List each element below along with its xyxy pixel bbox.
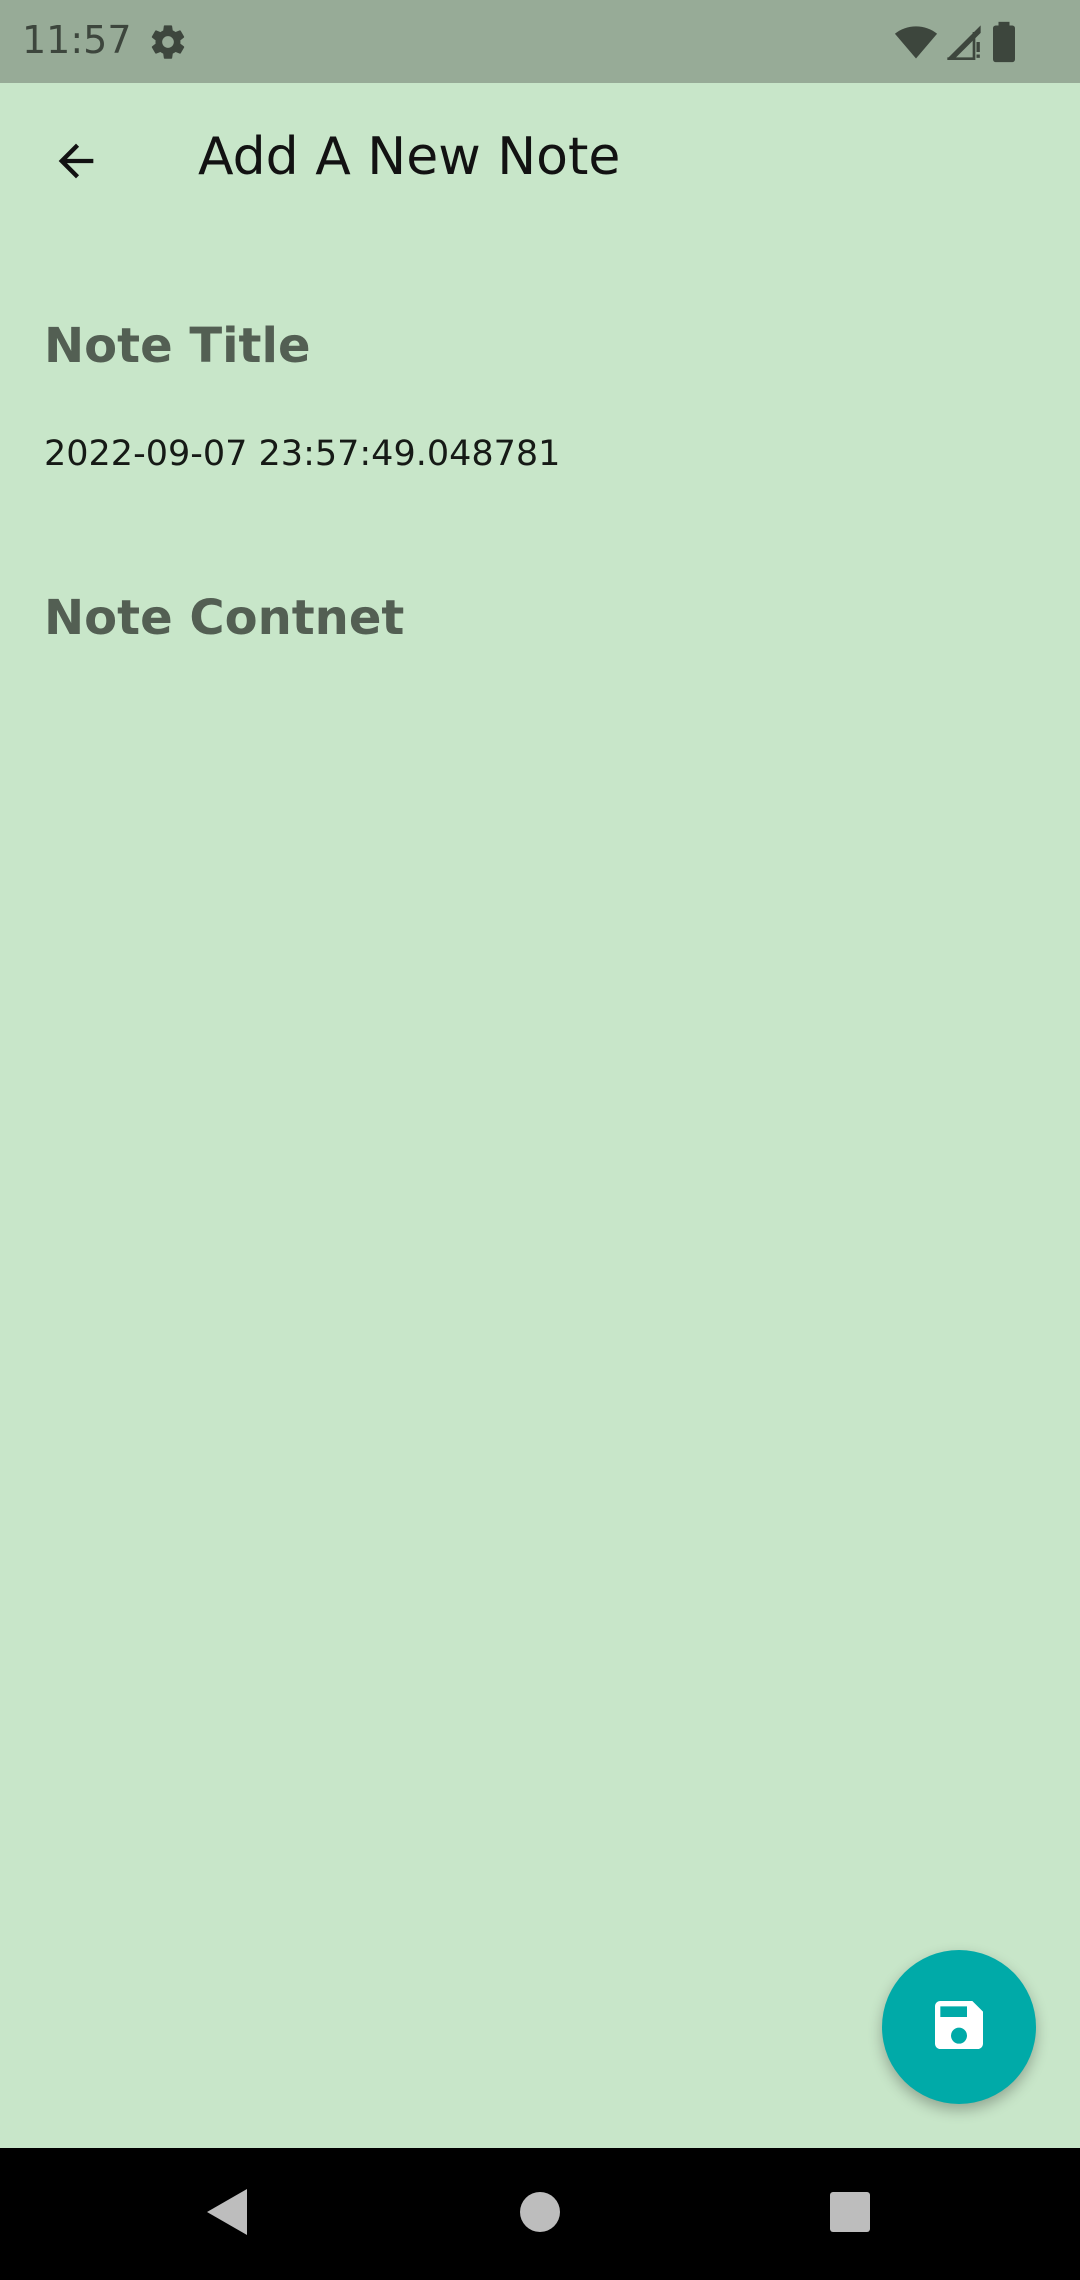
back-button[interactable] bbox=[36, 123, 116, 203]
recents-icon bbox=[828, 2190, 872, 2239]
status-time: 11:57 bbox=[22, 18, 132, 62]
arrow-left-icon bbox=[50, 135, 102, 192]
status-icons bbox=[894, 20, 1018, 69]
note-content-label: Note Contnet bbox=[44, 590, 405, 646]
back-icon bbox=[203, 2187, 249, 2242]
wifi-icon bbox=[894, 20, 938, 69]
save-icon bbox=[927, 1993, 991, 2062]
nav-home-button[interactable] bbox=[510, 2184, 570, 2244]
note-title-label: Note Title bbox=[44, 318, 311, 374]
save-button[interactable] bbox=[882, 1950, 1036, 2104]
nav-back-button[interactable] bbox=[196, 2184, 256, 2244]
home-icon bbox=[518, 2190, 562, 2239]
app-bar: Add A New Note bbox=[0, 83, 1080, 239]
status-bar: 11:57 bbox=[0, 0, 1080, 83]
note-content-input[interactable] bbox=[44, 660, 1034, 1860]
system-nav-bar bbox=[0, 2148, 1080, 2280]
gear-icon bbox=[148, 22, 188, 62]
nav-recents-button[interactable] bbox=[820, 2184, 880, 2244]
battery-icon bbox=[990, 20, 1018, 69]
signal-icon bbox=[944, 20, 984, 69]
note-title-input[interactable] bbox=[44, 434, 1034, 474]
page-title: Add A New Note bbox=[198, 127, 621, 187]
